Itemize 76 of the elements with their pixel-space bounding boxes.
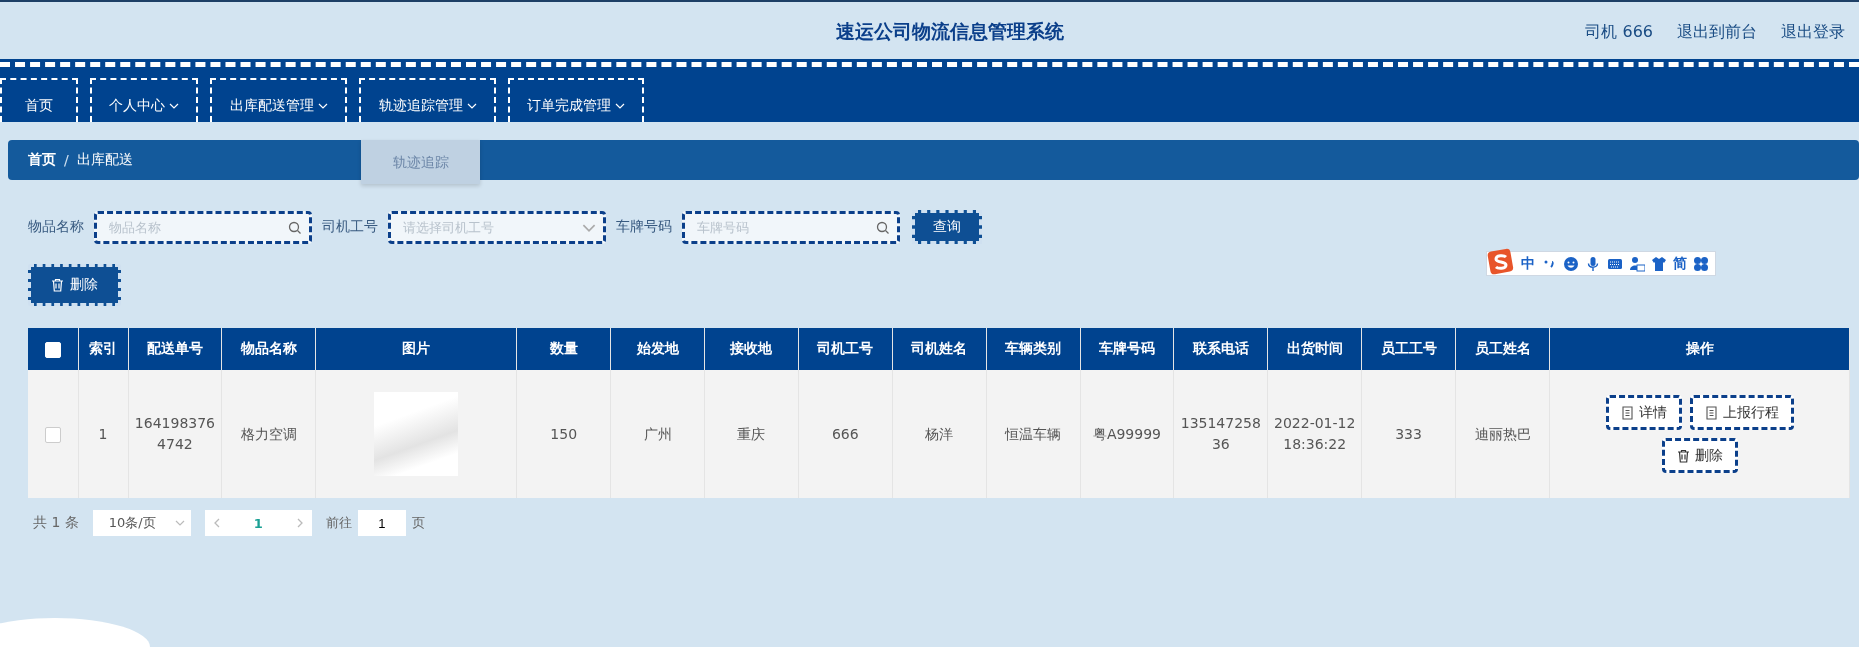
goto-label: 前往 (325, 514, 352, 532)
select-all-checkbox[interactable] (44, 341, 61, 358)
header-link[interactable]: 退出到前台 (1677, 22, 1757, 43)
report-button[interactable]: 上报行程 (1689, 395, 1794, 430)
caret-icon (615, 103, 625, 109)
page-size-select[interactable]: 10条/页 (92, 510, 191, 536)
table-cell: 150 (516, 370, 611, 498)
next-page-icon (295, 518, 304, 528)
breadcrumb-separator: / (64, 152, 69, 168)
column-header: 联系电话 (1173, 328, 1268, 370)
column-header: 车牌号码 (1080, 328, 1174, 370)
column-header: 司机姓名 (892, 328, 987, 370)
table-cell: 666 (798, 370, 893, 498)
column-header: 操作 (1549, 328, 1850, 370)
row-checkbox[interactable] (44, 426, 61, 443)
header-link[interactable]: 司机 666 (1585, 22, 1653, 43)
total-count: 共 1 条 (33, 514, 79, 532)
table-cell: 广州 (610, 370, 705, 498)
emoji-icon (1563, 255, 1579, 272)
table-cell: 333 (1361, 370, 1456, 498)
nav-tab[interactable]: 出库配送管理 (210, 78, 347, 122)
grid-icon (1693, 255, 1709, 272)
ime-script[interactable]: 简 (1673, 254, 1687, 273)
trash-icon (51, 278, 64, 292)
field-label: 物品名称 (28, 218, 84, 236)
table-cell: 迪丽热巴 (1455, 370, 1550, 498)
column-header: 车辆类别 (986, 328, 1080, 370)
ime-mode[interactable]: 中 (1521, 254, 1535, 273)
shirt-icon (1651, 255, 1667, 272)
table-cell: 1641983764742 (128, 370, 222, 498)
column-header: 始发地 (610, 328, 705, 370)
query-button[interactable]: 查询 (912, 210, 982, 244)
table-cell: 2022-01-12 18:36:22 (1267, 370, 1362, 498)
previous-page-icon (212, 518, 221, 528)
microphone-icon (1585, 255, 1601, 272)
table-cell: 恒温车辆 (986, 370, 1080, 498)
column-header: 图片 (315, 328, 517, 370)
table-cell: 粤A99999 (1080, 370, 1174, 498)
field-label: 司机工号 (322, 218, 378, 236)
column-header: 数量 (516, 328, 611, 370)
details-button[interactable]: 详情 (1605, 395, 1682, 430)
column-header: 接收地 (704, 328, 799, 370)
breadcrumb-link[interactable]: 出库配送 (76, 151, 133, 169)
page-input[interactable]: 1 (357, 510, 406, 536)
header-link[interactable]: 退出登录 (1781, 22, 1845, 43)
search-icon (876, 220, 890, 235)
field-label: 车牌号码 (616, 218, 672, 236)
window-title: 速运公司物流信息管理系统 (835, 19, 1064, 44)
column-header: 出货时间 (1267, 328, 1362, 370)
caret-icon (466, 103, 477, 109)
nav-tab[interactable]: 订单完成管理 (508, 78, 644, 122)
table-cell: 13514725836 (1173, 370, 1268, 498)
goto-suffix: 页 (411, 514, 425, 532)
column-header: 配送单号 (128, 328, 222, 370)
breadcrumb-link[interactable]: 首页 (28, 151, 56, 169)
caret-icon (169, 103, 179, 109)
nav-tab[interactable]: 首页 (0, 78, 78, 122)
column-header: 物品名称 (221, 328, 316, 370)
column-header: 索引 (78, 328, 128, 370)
table-cell: 杨洋 (892, 370, 987, 498)
table-cell: 重庆 (704, 370, 799, 498)
column-header: 员工工号 (1361, 328, 1456, 370)
table-cell: 1 (78, 370, 128, 498)
column-header: 司机工号 (798, 328, 893, 370)
caret-icon (317, 103, 328, 109)
user-icon (1629, 255, 1645, 272)
document-icon (1620, 405, 1634, 420)
table-cell: 格力空调 (221, 370, 316, 498)
delete-button[interactable]: 删除 (1661, 438, 1738, 473)
nav-tab[interactable]: 个人中心 (90, 78, 198, 122)
column-header: 员工姓名 (1455, 328, 1550, 370)
caret-icon (174, 520, 185, 526)
delete-button[interactable]: 删除 (28, 264, 121, 306)
search-icon (288, 220, 302, 235)
document-icon (1704, 405, 1718, 420)
trash-icon (1676, 448, 1690, 463)
